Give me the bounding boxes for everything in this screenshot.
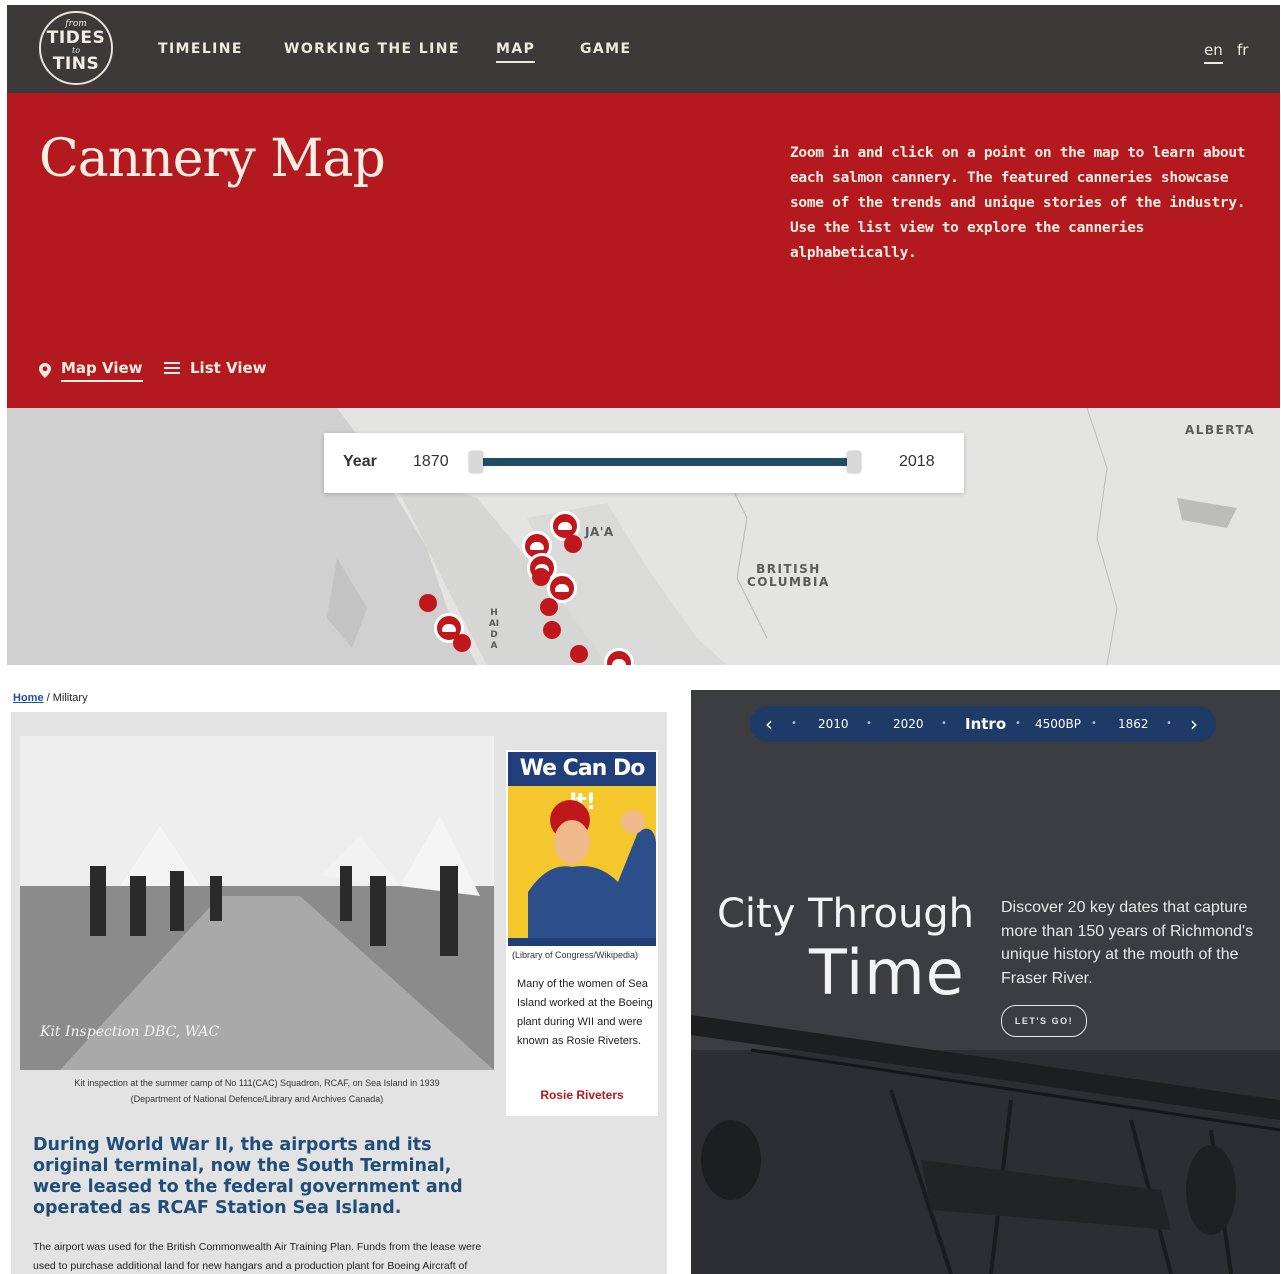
photo-caption-line2: (Department of National Defence/Library …	[130, 1094, 384, 1104]
nav-timeline[interactable]: TIMELINE	[158, 41, 243, 57]
military-heading: During World War II, the airports and it…	[33, 1135, 463, 1218]
year-end-value: 2018	[899, 453, 935, 470]
timeline-2020[interactable]: 2020	[893, 706, 924, 742]
map-label-haida: HAIDA	[488, 608, 500, 651]
cannery-marker[interactable]	[570, 645, 588, 663]
timeline-dot: •	[941, 718, 947, 729]
tides-to-tins-logo[interactable]: from TIDES to TINS	[39, 11, 113, 85]
chevron-left-icon[interactable]: ‹	[765, 706, 773, 742]
map-label-alberta: ALBERTA	[1185, 423, 1256, 437]
logo-tides: TIDES	[46, 28, 106, 48]
breadcrumb-home-link[interactable]: Home	[13, 692, 44, 704]
year-label: Year	[343, 453, 377, 470]
rosie-riveters-link[interactable]: Rosie Riveters	[506, 1088, 658, 1102]
military-page-screenshot: Home / Military Kit Inspection DBC, WAC …	[7, 685, 669, 1274]
poster-description: Many of the women of Sea Island worked a…	[517, 978, 653, 1047]
map-view-label: Map View	[61, 359, 143, 382]
city-title-line2: Time	[809, 936, 965, 1009]
timeline-dot: •	[1015, 718, 1021, 729]
map-label-coast: JA'A	[585, 525, 614, 539]
list-view-label: List View	[190, 359, 267, 377]
photo-caption: Kit inspection at the summer camp of No …	[20, 1075, 494, 1107]
year-start-handle[interactable]	[469, 451, 483, 473]
kit-inspection-photo: Kit Inspection DBC, WAC	[20, 736, 494, 1070]
map-view-tab[interactable]: Map View	[39, 359, 143, 382]
nav-map[interactable]: MAP	[496, 41, 536, 63]
breadcrumb-separator: /	[46, 692, 50, 704]
top-navigation: from TIDES to TINS TIMELINE WORKING THE …	[7, 5, 1280, 93]
timeline-dot: •	[791, 718, 797, 729]
year-filter: Year 1870 2018	[324, 433, 964, 493]
lets-go-button[interactable]: LET'S GO!	[1001, 1005, 1087, 1037]
photo-handwriting: Kit Inspection DBC, WAC	[39, 1024, 220, 1040]
cannery-marker[interactable]	[543, 621, 561, 639]
logo-tins: TINS	[52, 54, 100, 74]
rosie-illustration	[508, 800, 656, 946]
timeline-4500bp[interactable]: 4500BP	[1035, 706, 1081, 742]
military-content: Kit Inspection DBC, WAC Kit inspection a…	[11, 712, 667, 1274]
tides-to-tins-screenshot: from TIDES to TINS TIMELINE WORKING THE …	[7, 5, 1280, 665]
nav-working-the-line[interactable]: WORKING THE LINE	[284, 41, 460, 57]
map-label-bc-line2: COLUMBIA	[747, 575, 830, 589]
we-can-do-it-poster: We Can Do It!	[508, 752, 656, 946]
list-view-tab[interactable]: List View	[164, 359, 267, 377]
breadcrumb: Home / Military	[13, 692, 88, 704]
nav-game[interactable]: GAME	[580, 41, 631, 57]
timeline-dot: •	[1091, 718, 1097, 729]
timeline-dot: •	[1166, 718, 1172, 729]
cannery-map[interactable]: Year 1870 2018 ALBERTA BRITISH COLUMBIA …	[7, 408, 1280, 665]
rosie-riveter-card: We Can Do It! (Library of Congress/Wikip…	[506, 750, 658, 1116]
timeline-1862[interactable]: 1862	[1118, 706, 1149, 742]
year-range-track[interactable]	[474, 458, 859, 466]
page-title: Cannery Map	[39, 129, 386, 189]
year-start-value: 1870	[413, 453, 449, 470]
breadcrumb-current: Military	[52, 692, 88, 704]
timeline-intro[interactable]: Intro	[965, 706, 1006, 742]
timeline-dot: •	[866, 718, 872, 729]
map-instructions: Zoom in and click on a point on the map …	[790, 145, 1246, 261]
photo-caption-line1: Kit inspection at the summer camp of No …	[74, 1078, 440, 1088]
lang-fr[interactable]: fr	[1237, 41, 1248, 59]
poster-credit: (Library of Congress/Wikipedia)	[512, 950, 639, 960]
cannery-marker[interactable]	[453, 634, 471, 652]
kit-inspection-photo-image: Kit Inspection DBC, WAC	[20, 736, 494, 1070]
year-end-handle[interactable]	[847, 451, 861, 473]
lang-en[interactable]: en	[1204, 41, 1223, 64]
cannery-marker[interactable]	[564, 535, 582, 553]
chevron-right-icon[interactable]: ›	[1190, 706, 1198, 742]
city-through-time-screenshot: ‹ • 2010 • 2020 • Intro • 4500BP • 1862 …	[691, 690, 1280, 1274]
military-body-text: The airport was used for the British Com…	[33, 1241, 482, 1272]
hero-banner: Cannery Map Zoom in and click on a point…	[7, 93, 1280, 408]
list-icon	[164, 362, 180, 374]
cannery-marker[interactable]	[419, 594, 437, 612]
cannery-marker[interactable]	[540, 598, 558, 616]
city-title-line1: City Through	[717, 891, 975, 937]
map-label-british-columbia: BRITISH COLUMBIA	[747, 563, 830, 589]
map-pin-icon	[39, 363, 51, 378]
timeline-2010[interactable]: 2010	[818, 706, 849, 742]
timeline-navigation: ‹ • 2010 • 2020 • Intro • 4500BP • 1862 …	[750, 706, 1216, 742]
city-description: Discover 20 key dates that capture more …	[1001, 899, 1254, 987]
